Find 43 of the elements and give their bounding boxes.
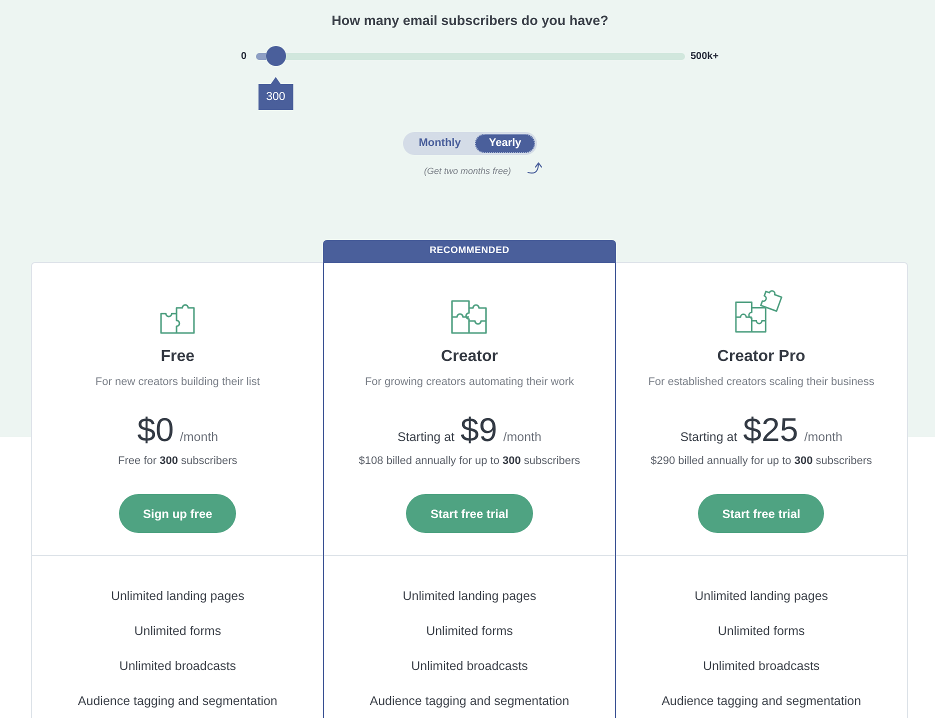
billing-note: $108 billed annually for up to 300 subscribers [358,454,580,468]
puzzle-icon [160,303,196,334]
cta-button[interactable]: Start free trial [698,494,824,533]
cta-button[interactable]: Start free trial [406,494,532,533]
promo-note: (Get two months free) [424,165,512,178]
billing-note: $290 billed annually for up to 300 subscribers [650,454,872,468]
feature-item: Unlimited forms [134,623,222,640]
feature-item: Unlimited broadcasts [119,658,236,675]
price-period: /month [180,430,218,445]
slider-track[interactable] [256,46,684,66]
feature-item: Unlimited broadcasts [702,658,820,675]
feature-item: Audience tagging and segmentation [370,693,570,710]
price-prefix: Starting at [398,430,455,445]
question-heading: How many email subscribers do you have? [332,12,608,30]
feature-item: Unlimited forms [718,623,805,640]
feature-item: Unlimited broadcasts [411,658,528,675]
price-amount: $9 [460,410,498,450]
price-amount: $25 [743,410,798,450]
plan-tagline: For established creators scaling their business [648,375,874,390]
price-prefix: Starting at [680,430,738,445]
slider-max-label: 500k+ [690,50,719,62]
feature-item: Unlimited landing pages [694,588,828,605]
plan-name: Free [160,347,195,367]
recommended-banner: RECOMMENDED [323,240,616,262]
feature-item: Audience tagging and segmentation [78,693,278,710]
plan-name: Creator Pro [717,347,806,367]
plan-tagline: For growing creators automating their work [364,375,574,390]
price-amount: $0 [137,410,174,450]
plan-tagline: For new creators building their list [95,375,260,390]
billing-option[interactable]: Monthly [404,134,475,153]
slider-min-label: 0 [240,50,246,62]
plan-name: Creator [441,347,498,367]
feature-item: Unlimited forms [426,623,513,640]
curved-arrow-icon [527,161,544,175]
billing-option[interactable]: Yearly [474,134,536,153]
price-period: /month [804,430,842,445]
cta-button[interactable]: Sign up free [118,494,236,533]
feature-item: Audience tagging and segmentation [662,693,862,710]
billing-note: Free for 300 subscribers [118,454,238,468]
feature-item: Unlimited landing pages [402,588,536,605]
price-period: /month [503,430,542,445]
puzzle-icon [451,300,488,334]
feature-item: Unlimited landing pages [110,588,244,605]
